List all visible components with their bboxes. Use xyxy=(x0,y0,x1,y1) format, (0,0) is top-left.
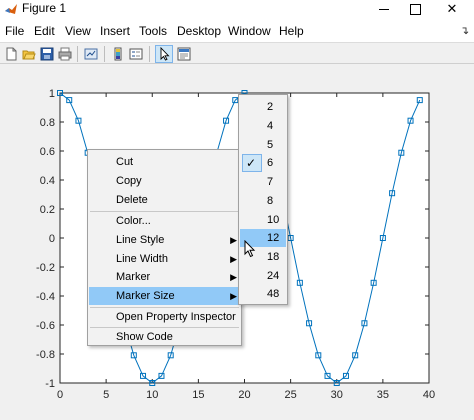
link-plot-icon[interactable] xyxy=(82,45,100,63)
toolbar-separator xyxy=(104,46,105,62)
ctx-item-copy[interactable]: Copy xyxy=(89,172,240,190)
marker-size-submenu: 2 4 5 ✓ 6 7 8 10 12 18 24 48 xyxy=(238,94,288,305)
x-tick-label: 25 xyxy=(285,389,297,401)
x-tick-label: 30 xyxy=(331,389,343,401)
ctx-item-label: Show Code xyxy=(116,331,173,343)
menu-window[interactable]: Window xyxy=(228,24,271,38)
marker-size-option[interactable]: 8 xyxy=(240,192,286,210)
ctx-item-property-inspector[interactable]: Open Property Inspector xyxy=(89,308,240,326)
marker-size-option-checked[interactable]: ✓ 6 xyxy=(240,154,286,172)
ctx-item-label: Delete xyxy=(116,194,148,206)
submenu-arrow-icon: ▶ xyxy=(230,272,237,282)
y-tick-label: 0 xyxy=(49,233,55,245)
new-figure-icon[interactable] xyxy=(2,45,20,63)
y-tick-label: -0.6 xyxy=(36,320,55,332)
property-editor-icon[interactable] xyxy=(175,45,193,63)
y-tick-label: 0.6 xyxy=(40,146,55,158)
menu-edit[interactable]: Edit xyxy=(34,24,55,38)
x-tick-label: 40 xyxy=(423,389,435,401)
mouse-pointer-icon xyxy=(244,240,256,258)
marker-size-option[interactable]: 10 xyxy=(240,211,286,229)
ctx-item-label: Line Width xyxy=(116,253,168,265)
marker-size-label: 6 xyxy=(267,157,274,169)
menu-desktop[interactable]: Desktop xyxy=(177,24,221,38)
y-tick-label: 0.8 xyxy=(40,117,55,129)
marker-size-option[interactable]: 7 xyxy=(240,173,286,191)
insert-colorbar-icon[interactable] xyxy=(109,45,127,63)
ctx-item-label: Color... xyxy=(116,215,151,227)
menu-help[interactable]: Help xyxy=(279,24,304,38)
submenu-arrow-icon: ▶ xyxy=(230,291,237,301)
y-tick-label: -0.4 xyxy=(36,291,55,303)
ctx-item-label: Cut xyxy=(116,156,134,168)
ctx-item-line-width[interactable]: Line Width ▶ xyxy=(89,250,240,268)
marker-size-option[interactable]: 48 xyxy=(240,285,286,303)
maximize-button[interactable] xyxy=(397,0,433,18)
matlab-icon xyxy=(5,4,17,14)
y-tick-label: -0.8 xyxy=(36,349,55,361)
close-button[interactable] xyxy=(434,0,470,18)
insert-legend-icon[interactable] xyxy=(127,45,145,63)
y-tick-label: 1 xyxy=(49,88,55,100)
ctx-item-marker[interactable]: Marker ▶ xyxy=(89,268,240,286)
x-tick-label: 5 xyxy=(103,389,109,401)
print-icon[interactable] xyxy=(56,45,74,63)
submenu-arrow-icon: ▶ xyxy=(230,235,237,245)
context-menu: Cut Copy Delete Color... Line Style ▶ Lin… xyxy=(87,149,242,346)
ctx-item-show-code[interactable]: Show Code xyxy=(89,328,240,346)
ctx-item-label: Copy xyxy=(116,175,142,187)
dock-arrow-icon[interactable]: ↴ xyxy=(460,24,469,37)
x-tick-label: 0 xyxy=(57,389,63,401)
open-icon[interactable] xyxy=(20,45,38,63)
edit-plot-icon[interactable] xyxy=(155,45,173,63)
toolbar-separator xyxy=(149,46,150,62)
menu-view[interactable]: View xyxy=(65,24,91,38)
submenu-arrow-icon: ▶ xyxy=(230,254,237,264)
x-tick-label: 20 xyxy=(238,389,250,401)
save-icon[interactable] xyxy=(38,45,56,63)
ctx-item-line-style[interactable]: Line Style ▶ xyxy=(89,231,240,249)
y-tick-label: 0.4 xyxy=(40,175,55,187)
window-title: Figure 1 xyxy=(22,1,67,15)
ctx-item-label: Marker Size xyxy=(116,290,175,302)
menu-insert[interactable]: Insert xyxy=(100,24,130,38)
marker-size-option[interactable]: 5 xyxy=(240,136,286,154)
toolbar xyxy=(0,42,474,64)
menu-file[interactable]: File xyxy=(5,24,24,38)
checkmark-icon: ✓ xyxy=(246,156,257,170)
y-tick-label: -0.2 xyxy=(36,262,55,274)
x-tick-label: 35 xyxy=(377,389,389,401)
title-bar: Figure 1 xyxy=(0,0,474,18)
x-tick-label: 10 xyxy=(146,389,158,401)
ctx-item-cut[interactable]: Cut xyxy=(89,153,240,171)
y-tick-label: 0.2 xyxy=(40,204,55,216)
marker-size-option[interactable]: 2 xyxy=(240,98,286,116)
menu-tools[interactable]: Tools xyxy=(139,24,167,38)
marker-size-option[interactable]: 24 xyxy=(240,267,286,285)
menu-bar: File Edit View Insert Tools Desktop Wind… xyxy=(0,21,474,41)
x-tick-label: 15 xyxy=(192,389,204,401)
ctx-item-color[interactable]: Color... xyxy=(89,212,240,230)
ctx-item-label: Marker xyxy=(116,271,151,283)
ctx-item-label: Open Property Inspector xyxy=(116,311,236,323)
ctx-item-delete[interactable]: Delete xyxy=(89,191,240,209)
marker-size-option[interactable]: 4 xyxy=(240,117,286,135)
ctx-item-marker-size[interactable]: Marker Size ▶ xyxy=(89,287,240,305)
y-tick-label: -1 xyxy=(45,378,55,390)
toolbar-separator xyxy=(77,46,78,62)
ctx-item-label: Line Style xyxy=(116,234,165,246)
